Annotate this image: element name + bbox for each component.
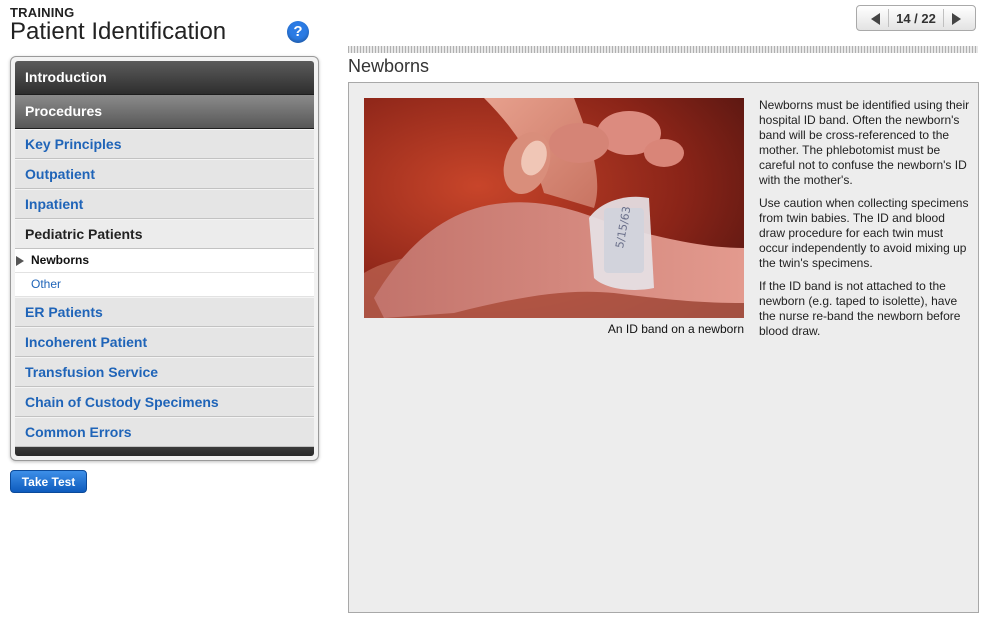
pager-divider (943, 9, 944, 27)
paragraph: If the ID band is not attached to the ne… (759, 279, 961, 338)
help-icon[interactable]: ? (287, 21, 309, 43)
take-test-button[interactable]: Take Test (10, 470, 87, 493)
section-title: Newborns (348, 56, 430, 76)
sidebar-item-inpatient[interactable]: Inpatient (15, 189, 314, 219)
sidebar: Introduction Procedures Key Principles O… (10, 56, 319, 461)
sidebar-subitem-label: Other (31, 277, 62, 291)
sidebar-item-outpatient[interactable]: Outpatient (15, 159, 314, 189)
sidebar-item-er-patients[interactable]: ER Patients (15, 297, 314, 327)
content-text: Newborns must be identified using their … (759, 98, 971, 347)
sidebar-section-procedures[interactable]: Procedures (15, 95, 314, 129)
sidebar-item-key-principles[interactable]: Key Principles (15, 129, 314, 159)
sidebar-footer-bar (15, 447, 314, 456)
sidebar-subitem-label: Newborns (31, 253, 90, 267)
image-caption: An ID band on a newborn (607, 322, 744, 336)
sidebar-item-incoherent-patient[interactable]: Incoherent Patient (15, 327, 314, 357)
current-item-arrow-icon (16, 256, 24, 266)
next-page-icon[interactable] (952, 13, 961, 25)
sidebar-item-chain-of-custody[interactable]: Chain of Custody Specimens (15, 387, 314, 417)
paragraph: Use caution when collecting specimens fr… (759, 196, 969, 270)
sidebar-item-transfusion-service[interactable]: Transfusion Service (15, 357, 314, 387)
sidebar-item-common-errors[interactable]: Common Errors (15, 417, 314, 447)
sidebar-section-introduction[interactable]: Introduction (15, 61, 314, 95)
page-title: Patient Identification (10, 18, 227, 45)
content-panel: 5/15/63 An ID band on a newborn Newborns… (348, 82, 979, 613)
sidebar-menu: Introduction Procedures Key Principles O… (15, 61, 314, 456)
newborn-id-band-photo: 5/15/63 (364, 98, 744, 318)
title-hatch-divider (348, 46, 978, 53)
paragraph: Newborns must be identified using their … (759, 98, 970, 187)
sidebar-item-pediatric-patients[interactable]: Pediatric Patients (15, 219, 314, 249)
sidebar-subitem-other[interactable]: Other (15, 273, 314, 297)
sidebar-subitem-newborns[interactable]: Newborns (15, 249, 314, 273)
page-navigator: 14 / 22 (856, 5, 976, 31)
